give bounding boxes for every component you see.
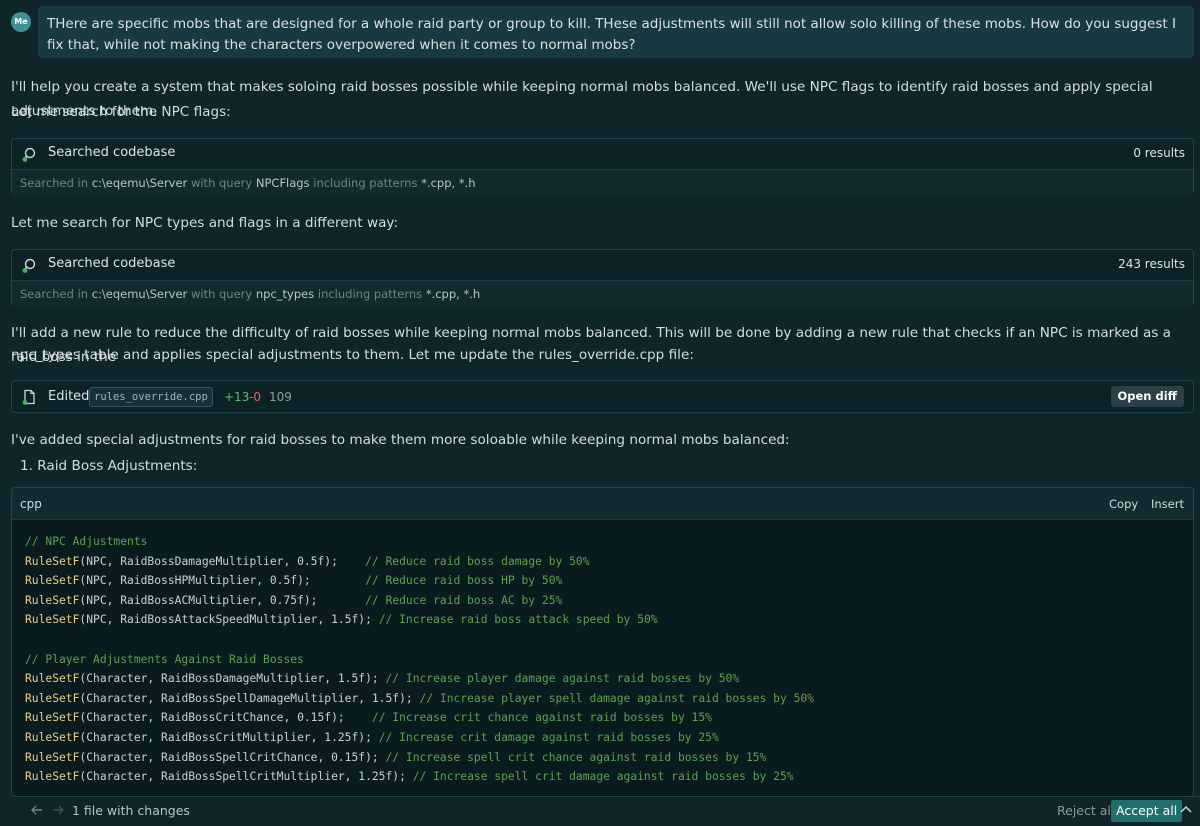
code-block-header: cpp Copy Insert [12, 488, 1193, 520]
code-line: RuleSetF(NPC, RaidBossAttackSpeedMultipl… [25, 610, 814, 630]
code-function: RuleSetF [25, 574, 80, 588]
search-result-count: 0 results [1133, 146, 1185, 160]
code-arguments: (NPC, RaidBossHPMultiplier, 0.5f); [79, 574, 366, 588]
code-line: RuleSetF(NPC, RaidBossACMultiplier, 0.75… [25, 591, 814, 611]
edit-label: Edited [48, 389, 90, 404]
code-comment: // Reduce raid boss damage by 50% [365, 554, 590, 568]
code-comment: // Increase player damage against raid b… [385, 672, 740, 686]
search-path: c:\eqemu\Server [91, 287, 188, 301]
code-line: RuleSetF(Character, RaidBossSpellDamageM… [25, 689, 814, 709]
code-comment: // NPC Adjustments [25, 535, 148, 548]
code-arguments: (Character, RaidBossSpellDamageMultiplie… [79, 691, 420, 705]
code-line: // Player Adjustments Against Raid Bosse… [25, 650, 814, 670]
code-function: RuleSetF [25, 672, 80, 686]
edit-file-icon [22, 389, 35, 405]
reject-all-button[interactable]: Reject all [1057, 803, 1114, 818]
search-result-card[interactable]: Searched codebase 243 results Searched i… [11, 249, 1194, 307]
assistant-intro-line-2: Let me search for the NPC flags: [11, 104, 231, 120]
search-codebase-icon [22, 147, 36, 162]
code-function: RuleSetF [25, 613, 80, 627]
code-function: RuleSetF [25, 711, 80, 725]
copy-button[interactable]: Copy [1109, 497, 1138, 511]
code-comment: // Player Adjustments Against Raid Bosse… [25, 652, 304, 666]
code-comment: // Increase crit damage against raid bos… [378, 730, 719, 744]
search-prefix: Searched in [20, 176, 89, 190]
code-function: RuleSetF [25, 691, 80, 705]
search-title: Searched codebase [48, 256, 176, 271]
code-function: RuleSetF [25, 593, 80, 607]
code-line: RuleSetF(Character, RaidBossSpellCritMul… [25, 767, 814, 787]
search-query-label: with query [190, 287, 253, 301]
code-comment: // Increase spell crit damage against ra… [412, 770, 794, 784]
search-query: npc_types [255, 287, 315, 301]
changes-bar: 1 file with changes Reject all Accept al… [15, 796, 1200, 826]
code-arguments: (NPC, RaidBossACMultiplier, 0.75f); [79, 593, 366, 607]
user-message[interactable]: THere are specific mobs that are designe… [38, 6, 1194, 58]
search-patterns: *.cpp, *.h [425, 287, 481, 301]
code-line: RuleSetF(NPC, RaidBossHPMultiplier, 0.5f… [25, 571, 814, 591]
code-comment: // Increase player spell damage against … [419, 691, 814, 705]
code-arguments: (Character, RaidBossDamageMultiplier, 1.… [79, 672, 386, 686]
code-arguments: (NPC, RaidBossAttackSpeedMultiplier, 1.5… [79, 613, 379, 627]
open-diff-button[interactable]: Open diff [1110, 386, 1184, 407]
lines-removed: -0 [249, 390, 261, 404]
code-line: RuleSetF(Character, RaidBossDamageMultip… [25, 669, 814, 689]
code-line: // NPC Adjustments [25, 532, 814, 552]
assistant-search2-lead: Let me search for NPC types and flags in… [11, 215, 399, 231]
search-codebase-icon [22, 258, 36, 273]
edit-card[interactable]: Edited rules_override.cpp +13 -0 109 Ope… [11, 380, 1194, 413]
code-arguments: (Character, RaidBossCritChance, 0.15f); [79, 711, 372, 725]
code-function: RuleSetF [25, 554, 80, 568]
code-arguments: (Character, RaidBossSpellCritMultiplier,… [79, 770, 413, 784]
search-result-count: 243 results [1118, 257, 1185, 271]
search-query: NPCFlags [255, 176, 310, 190]
chevron-up-icon[interactable] [1178, 802, 1194, 818]
changes-summary[interactable]: 1 file with changes [72, 803, 190, 818]
search-prefix: Searched in [20, 287, 89, 301]
code-function: RuleSetF [25, 730, 80, 744]
arrow-left-icon[interactable] [30, 803, 44, 817]
code-arguments: (Character, RaidBossSpellCritChance, 0.1… [79, 750, 386, 764]
assistant-summary: I've added special adjustments for raid … [11, 432, 790, 448]
code-arguments: (Character, RaidBossCritMultiplier, 1.25… [79, 730, 379, 744]
search-patterns: *.cpp, *.h [421, 176, 476, 190]
user-avatar: Me [11, 12, 31, 32]
code-line: RuleSetF(NPC, RaidBossDamageMultiplier, … [25, 552, 814, 572]
code-lines: // NPC Adjustments RuleSetF(NPC, RaidBoss… [25, 532, 814, 787]
code-line: RuleSetF(Character, RaidBossCritChance, … [25, 708, 814, 728]
search-title: Searched codebase [48, 145, 176, 160]
code-comment: // Increase spell crit chance against ra… [385, 750, 767, 764]
code-function: RuleSetF [25, 770, 80, 784]
code-block: cpp Copy Insert // NPC Adjustments RuleSe… [11, 487, 1194, 797]
code-arguments: (NPC, RaidBossDamageMultiplier, 0.5f); [79, 554, 366, 568]
code-function: RuleSetF [25, 750, 80, 764]
search-path: c:\eqemu\Server [91, 176, 188, 190]
search-result-card[interactable]: Searched codebase 0 results Searched in … [11, 138, 1194, 196]
code-comment: // Increase raid boss attack speed by 50… [378, 613, 658, 627]
search-pattern-label: including patterns [317, 287, 423, 301]
code-language: cpp [20, 497, 42, 511]
user-message-row: Me THere are specific mobs that are desi… [0, 0, 1200, 62]
search-pattern-label: including patterns [313, 176, 418, 190]
code-line: RuleSetF(Character, RaidBossSpellCritCha… [25, 748, 814, 768]
assistant-rule-line-2: npc_types table and applies special adju… [11, 347, 694, 363]
code-comment: // Reduce raid boss AC by 25% [365, 593, 563, 607]
lines-added: +13 [224, 390, 250, 404]
search-details: Searched in c:\eqemu\Server with query n… [12, 280, 1193, 307]
accept-all-button[interactable]: Accept all [1111, 800, 1183, 822]
edited-file-chip[interactable]: rules_override.cpp [89, 387, 213, 407]
arrow-right-icon[interactable] [51, 803, 65, 817]
code-line: RuleSetF(Character, RaidBossCritMultipli… [25, 728, 814, 748]
list-item: 1. Raid Boss Adjustments: [20, 458, 198, 474]
code-comment: // Reduce raid boss HP by 50% [365, 574, 563, 588]
search-query-label: with query [190, 176, 253, 190]
code-comment: // Increase crit chance against raid bos… [371, 711, 712, 725]
insert-button[interactable]: Insert [1151, 497, 1184, 511]
search-details: Searched in c:\eqemu\Server with query N… [12, 169, 1193, 196]
line-count: 109 [269, 390, 292, 404]
